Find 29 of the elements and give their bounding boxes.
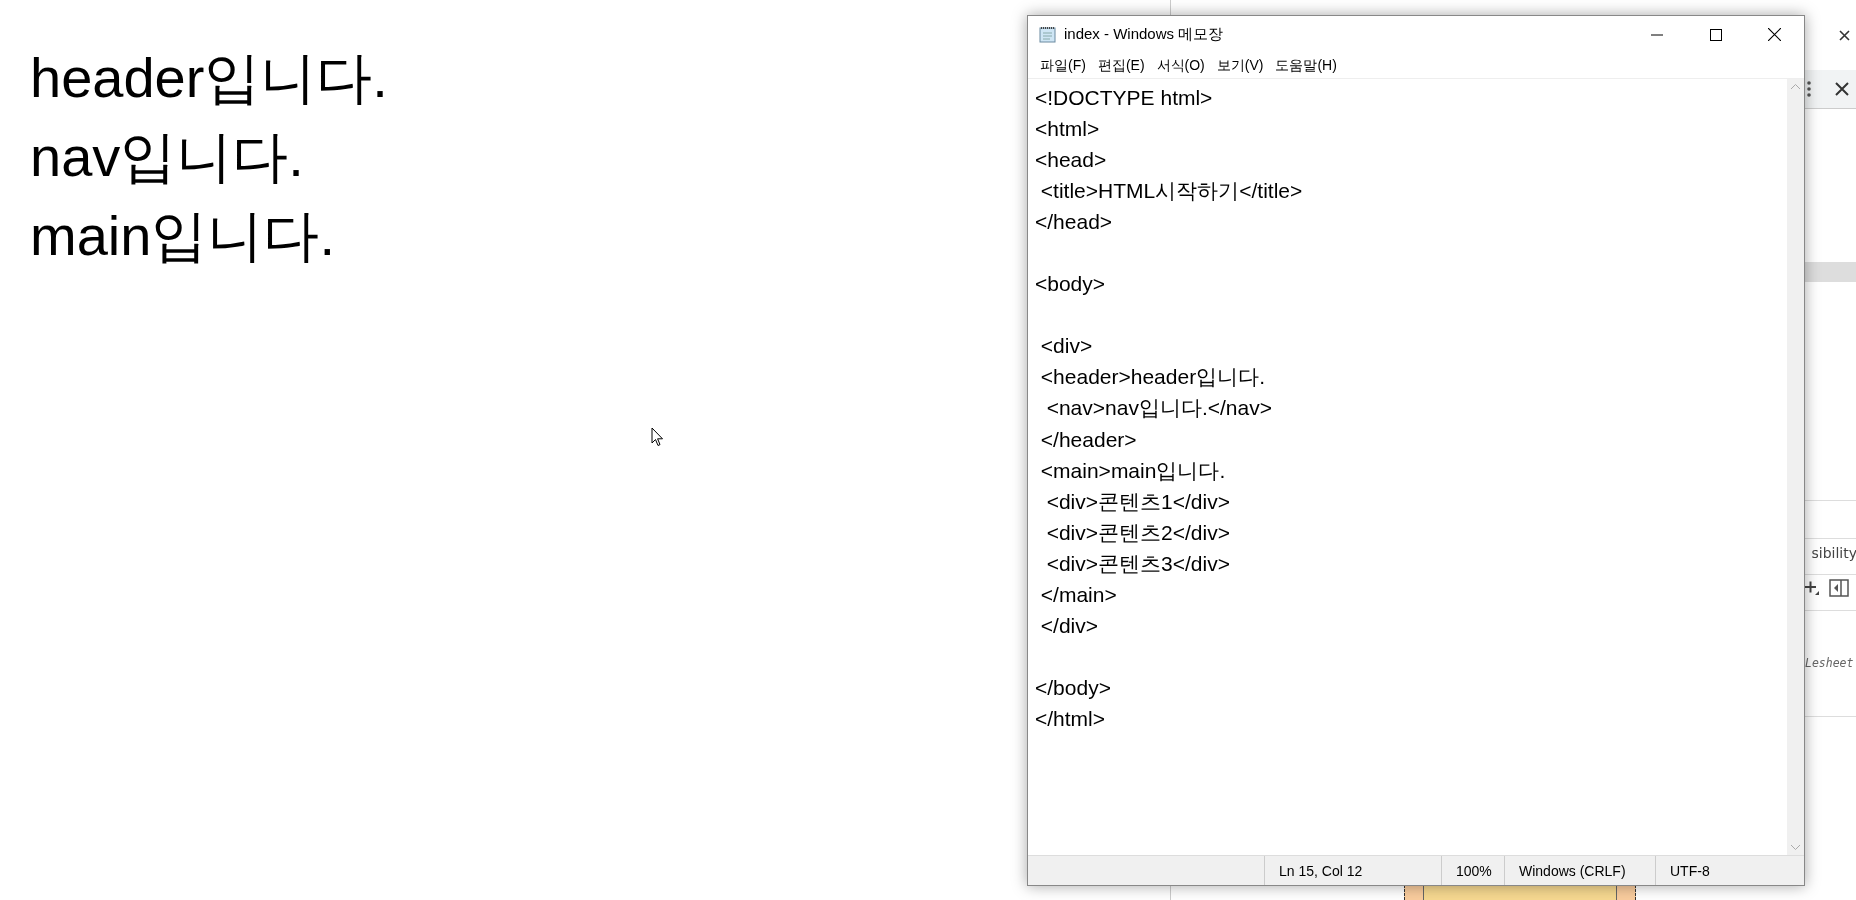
cursor-icon bbox=[651, 427, 664, 447]
selected-row bbox=[1805, 262, 1856, 282]
close-icon[interactable] bbox=[1835, 82, 1849, 96]
cursor-position: Ln 15, Col 12 bbox=[1264, 856, 1441, 885]
add-icon[interactable] bbox=[1805, 580, 1819, 596]
scroll-up-icon[interactable] bbox=[1790, 83, 1801, 90]
notepad-icon bbox=[1039, 26, 1056, 43]
tab-label[interactable]: sibility bbox=[1805, 545, 1856, 561]
page-text: main입니다. bbox=[30, 203, 335, 269]
close-icon bbox=[1768, 28, 1781, 41]
page-text: nav입니다. bbox=[30, 124, 304, 190]
maximize-icon bbox=[1709, 28, 1722, 41]
menu-item[interactable]: 도움말(H) bbox=[1269, 56, 1343, 75]
page-text: header입니다. bbox=[30, 45, 388, 111]
sidebar-toggle-icon[interactable] bbox=[1829, 579, 1849, 597]
close-icon[interactable] bbox=[1839, 30, 1850, 41]
zoom-level: 100% bbox=[1441, 856, 1504, 885]
window-title: index - Windows 메모장 bbox=[1064, 25, 1225, 44]
menu-item[interactable]: 서식(O) bbox=[1150, 56, 1211, 75]
line-ending: Windows (CRLF) bbox=[1504, 856, 1655, 885]
menu-item[interactable]: 파일(F) bbox=[1034, 56, 1092, 75]
scroll-down-icon[interactable] bbox=[1790, 844, 1801, 851]
code-text[interactable]: <!DOCTYPE html> <html> <head> <title>HTML시작하기</title> </head> <body> <div> <header>header입니다. <nav>nav입니다.</nav> </header> <main>main입니다. <div>콘텐츠1</div> <div>콘텐츠2</div> <div>콘텐츠3</div> </main> </div> </body> </html> bbox=[1028, 79, 1787, 734]
stylesheet-label: Lesheet bbox=[1805, 656, 1854, 670]
minimize-icon bbox=[1650, 33, 1663, 36]
menu-item[interactable]: 보기(V) bbox=[1210, 56, 1270, 75]
more-icon[interactable] bbox=[1807, 81, 1811, 97]
encoding: UTF-8 bbox=[1655, 856, 1804, 885]
menu-item[interactable]: 편집(E) bbox=[1091, 56, 1151, 75]
